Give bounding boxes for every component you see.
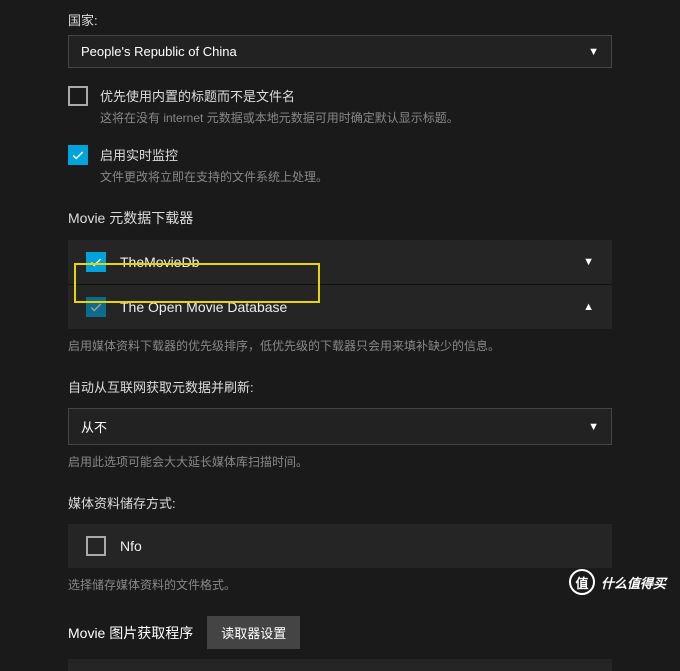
storage-item-label: Nfo <box>120 538 594 554</box>
downloader-label: The Open Movie Database <box>120 299 569 315</box>
chevron-down-icon: ▼ <box>588 421 599 433</box>
downloader-omdb[interactable]: The Open Movie Database ▲ <box>68 284 612 329</box>
downloaders-hint: 启用媒体资料下载器的优先级排序，低优先级的下载器只会用来填补缺少的信息。 <box>68 337 612 355</box>
refresh-label: 自动从互联网获取元数据并刷新: <box>68 377 612 396</box>
chevron-down-icon: ▼ <box>588 46 599 58</box>
themoviedb-checkbox[interactable] <box>86 252 106 272</box>
chevron-up-icon[interactable]: ▲ <box>583 301 594 313</box>
nfo-checkbox[interactable] <box>86 536 106 556</box>
realtime-monitor-checkbox[interactable] <box>68 145 88 165</box>
downloaders-list: TheMovieDb ▼ The Open Movie Database ▲ <box>68 240 612 329</box>
prefer-embedded-title: 优先使用内置的标题而不是文件名 <box>100 86 612 105</box>
image-fetcher-list <box>68 659 612 671</box>
watermark-text: 什么值得买 <box>601 573 666 592</box>
watermark: 值 什么值得买 <box>569 569 666 595</box>
realtime-monitor-title: 启用实时监控 <box>100 145 612 164</box>
country-label: 国家: <box>68 10 612 29</box>
refresh-hint: 启用此选项可能会大大延长媒体库扫描时间。 <box>68 453 612 471</box>
refresh-select[interactable]: 从不 ▼ <box>68 408 612 445</box>
country-value: People's Republic of China <box>81 44 237 59</box>
downloader-label: TheMovieDb <box>120 254 569 270</box>
storage-nfo[interactable]: Nfo <box>68 524 612 568</box>
watermark-badge: 值 <box>569 569 595 595</box>
storage-hint: 选择储存媒体资料的文件格式。 <box>68 576 612 594</box>
image-fetcher-title: Movie 图片获取程序 <box>68 623 193 643</box>
storage-label: 媒体资料储存方式: <box>68 493 612 512</box>
chevron-down-icon[interactable]: ▼ <box>583 256 594 268</box>
downloaders-title: Movie 元数据下载器 <box>68 208 612 228</box>
realtime-monitor-desc: 文件更改将立即在支持的文件系统上处理。 <box>100 168 612 186</box>
prefer-embedded-checkbox[interactable] <box>68 86 88 106</box>
prefer-embedded-desc: 这将在没有 internet 元数据或本地元数据可用时确定默认显示标题。 <box>100 109 612 127</box>
country-select[interactable]: People's Republic of China ▼ <box>68 35 612 68</box>
downloader-themoviedb[interactable]: TheMovieDb ▼ <box>68 240 612 284</box>
refresh-value: 从不 <box>81 417 107 436</box>
fetcher-settings-button[interactable]: 读取器设置 <box>207 616 300 649</box>
omdb-checkbox[interactable] <box>86 297 106 317</box>
storage-list: Nfo <box>68 524 612 568</box>
